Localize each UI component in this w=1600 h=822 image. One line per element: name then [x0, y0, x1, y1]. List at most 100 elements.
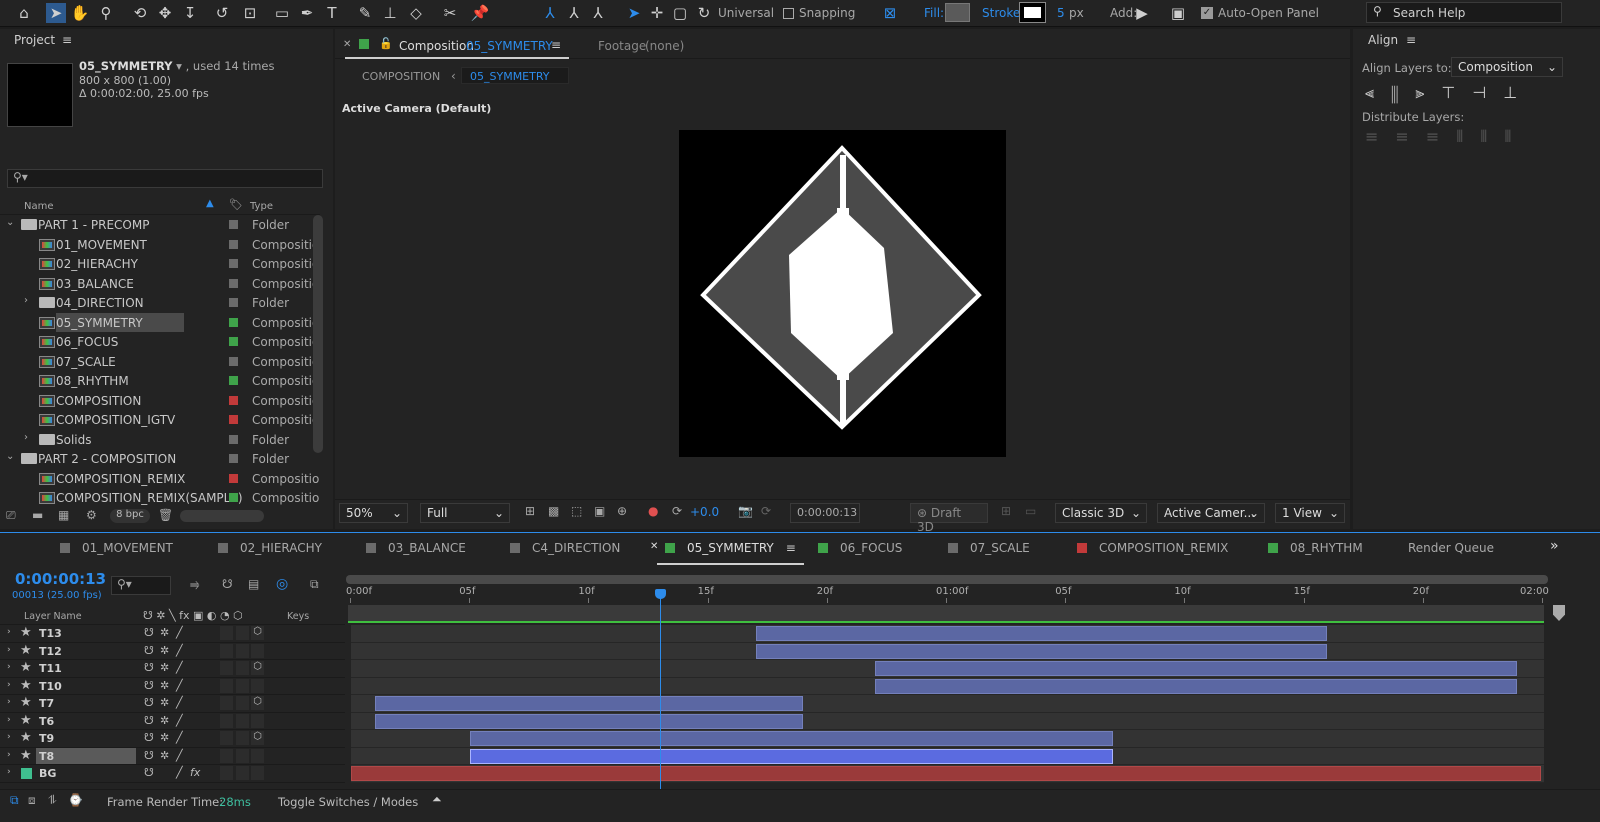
zoom-select[interactable]: 50% ⌄: [339, 503, 408, 523]
layer-switches-icon[interactable]: ⧉: [10, 793, 19, 808]
roto-brush-icon[interactable]: ✂: [440, 3, 460, 23]
fill-swatch[interactable]: [945, 3, 970, 22]
work-area-bar[interactable]: [346, 575, 1548, 584]
breadcrumb-current[interactable]: 05_SYMMETRY: [461, 67, 569, 84]
3d-select-icon[interactable]: ➤: [624, 3, 644, 23]
work-area[interactable]: [348, 605, 1544, 621]
timeline-tab[interactable]: 01_MOVEMENT: [60, 541, 173, 555]
chevron-right-icon[interactable]: ›: [24, 432, 28, 443]
layer-duration-bar[interactable]: [755, 626, 1327, 641]
renderer-select[interactable]: Classic 3D ⌄: [1055, 503, 1147, 523]
label-color-swatch[interactable]: [229, 356, 238, 366]
project-settings-icon[interactable]: ⚙: [86, 508, 97, 522]
region-of-interest-icon[interactable]: ▣: [594, 504, 605, 518]
panel-menu-icon[interactable]: ≡: [551, 38, 561, 52]
sort-ascending-icon[interactable]: ▲: [206, 198, 214, 209]
snapping-checkbox[interactable]: [783, 8, 794, 19]
project-scrollbar[interactable]: [313, 215, 323, 453]
eraser-tool-icon[interactable]: ◇: [406, 3, 426, 23]
graph-editor-icon[interactable]: ⧉: [310, 577, 319, 592]
layer-duration-bar[interactable]: [874, 678, 1518, 694]
toggle-switches-button[interactable]: Toggle Switches / Modes: [278, 795, 418, 809]
label-color-swatch[interactable]: [229, 317, 238, 327]
align-vcenter-icon[interactable]: ⊣: [1472, 83, 1503, 102]
comp-tab-label[interactable]: Composition: [399, 39, 474, 53]
3d-scale-icon[interactable]: ▢: [670, 3, 690, 23]
zoom-slider-handle[interactable]: [1553, 605, 1565, 621]
project-item[interactable]: 05_SYMMETRY Compositio: [0, 312, 320, 333]
label-color-swatch[interactable]: [229, 278, 238, 288]
resolution-select[interactable]: Full ⌄: [420, 503, 510, 523]
layer-duration-bar[interactable]: [470, 748, 1113, 764]
dolly-camera-icon[interactable]: ↧: [180, 3, 200, 23]
interpret-footage-icon[interactable]: ⎚: [6, 508, 16, 523]
3d-rotate-icon[interactable]: ↻: [694, 3, 714, 23]
transfer-controls-icon[interactable]: ⧈: [28, 793, 36, 808]
pan-camera-icon[interactable]: ✥: [155, 3, 175, 23]
motion-blur-icon[interactable]: ◎: [276, 576, 288, 592]
project-item[interactable]: 08_RHYTHM Compositio: [0, 371, 320, 391]
channels-icon[interactable]: ●: [648, 504, 658, 518]
render-queue-tab[interactable]: Render Queue: [1408, 541, 1494, 555]
render-time-icon[interactable]: ⌚: [68, 793, 83, 807]
label-tag-icon[interactable]: 🏷: [229, 198, 243, 211]
comp-mini-flowchart-icon[interactable]: ⥤: [190, 577, 200, 592]
lock-icon[interactable]: 🔓: [379, 37, 393, 50]
layer-duration-bar[interactable]: [374, 713, 804, 729]
project-search-input[interactable]: ⚲▾: [7, 169, 323, 188]
distribute-left-icon[interactable]: ⦀: [1456, 127, 1480, 146]
project-item[interactable]: ⌄ PART 2 - COMPOSITION Folder: [0, 449, 320, 469]
world-axis-icon[interactable]: ⅄: [564, 3, 584, 23]
timeline-tab[interactable]: 06_FOCUS: [818, 541, 902, 555]
universal-label[interactable]: Universal: [718, 6, 774, 20]
chevron-down-icon[interactable]: ⌄: [6, 217, 14, 228]
timeline-tab[interactable]: C4_DIRECTION: [510, 541, 620, 555]
close-icon[interactable]: ✕: [650, 541, 658, 552]
in-out-icon[interactable]: ⥮: [48, 793, 57, 808]
layer-duration-bar[interactable]: [874, 661, 1518, 676]
label-color-swatch[interactable]: [229, 415, 238, 424]
chevron-down-icon[interactable]: ▾: [176, 59, 182, 73]
orbit-camera-icon[interactable]: ⟲: [130, 3, 150, 23]
distribute-right-icon[interactable]: ⦀: [1504, 127, 1528, 146]
exposure-value[interactable]: +0.0: [690, 505, 719, 519]
col-type[interactable]: Type: [250, 201, 273, 212]
timeline-tab[interactable]: 02_HIERACHY: [218, 541, 322, 555]
more-tabs-icon[interactable]: »: [1550, 538, 1559, 554]
project-title[interactable]: Project: [14, 33, 55, 59]
label-color-swatch[interactable]: [229, 220, 238, 229]
type-tool-icon[interactable]: T: [322, 3, 342, 23]
camera-view-select[interactable]: Active Camer... ⌄: [1157, 503, 1265, 523]
breadcrumb-parent[interactable]: COMPOSITION: [362, 70, 440, 83]
new-folder-icon[interactable]: ▬: [32, 508, 43, 522]
selection-tool-icon[interactable]: ➤: [46, 3, 66, 23]
search-help-field[interactable]: ⚲ Search Help: [1366, 2, 1562, 23]
col-layer-name[interactable]: Layer Name: [24, 611, 82, 622]
timeline-tab[interactable]: 03_BALANCE: [366, 541, 466, 555]
label-color-swatch[interactable]: [229, 239, 238, 249]
project-item[interactable]: › 04_DIRECTION Folder: [0, 293, 320, 313]
exposure-reset-icon[interactable]: ⟳: [672, 504, 682, 518]
pen-tool-icon[interactable]: ✒: [297, 3, 317, 23]
label-color-swatch[interactable]: [229, 454, 238, 463]
shy-layers-icon[interactable]: ☋: [222, 577, 233, 591]
timeline-tab[interactable]: 08_RHYTHM: [1268, 541, 1363, 555]
distribute-vcenter-icon[interactable]: ≡: [1395, 127, 1425, 146]
layer-search-input[interactable]: ⚲▾: [111, 576, 171, 595]
label-color-swatch[interactable]: [229, 395, 238, 405]
new-comp-icon[interactable]: ▦: [58, 508, 69, 522]
project-item[interactable]: ⌄ PART 1 - PRECOMP Folder: [0, 215, 320, 235]
transparency-grid-icon[interactable]: ▩: [548, 504, 559, 518]
layer-duration-bar[interactable]: [374, 696, 804, 711]
project-item[interactable]: › Solids Folder: [0, 430, 320, 450]
stroke-width-value[interactable]: 5: [1057, 6, 1065, 20]
snapshot-icon[interactable]: 📷: [738, 504, 753, 518]
align-left-icon[interactable]: ⫷: [1365, 83, 1391, 102]
current-timecode[interactable]: 0:00:00:13: [15, 570, 106, 588]
align-bottom-icon[interactable]: ⊥: [1503, 83, 1534, 102]
label-color-swatch[interactable]: [229, 298, 238, 307]
bpc-button[interactable]: 8 bpc: [110, 509, 150, 523]
rectangle-tool-icon[interactable]: ▭: [272, 3, 292, 23]
extended-viewer-icon[interactable]: ▭: [1025, 504, 1036, 518]
label-color-swatch[interactable]: [229, 376, 238, 385]
